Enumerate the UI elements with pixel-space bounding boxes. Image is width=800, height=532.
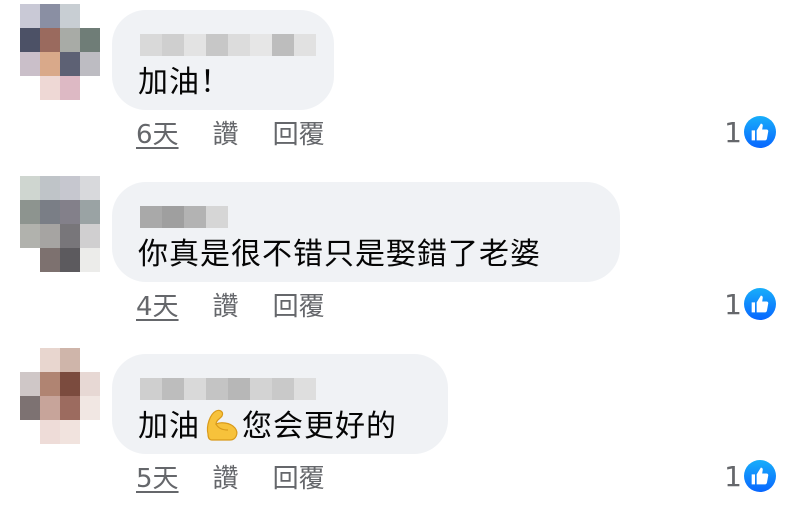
avatar-pixel: [20, 52, 40, 76]
avatar-pixel: [40, 248, 60, 272]
avatar-pixel: [60, 248, 80, 272]
avatar-pixel: [20, 28, 40, 52]
comment-bubble: 你真是很不错只是娶錯了老婆: [112, 182, 620, 282]
avatar-pixel: [60, 420, 80, 444]
comment-text-before: 加油: [138, 409, 200, 444]
reaction-count[interactable]: 1: [724, 112, 776, 152]
flexed-biceps-emoji: [206, 409, 238, 441]
avatar-pixel: [80, 28, 100, 52]
avatar[interactable]: [20, 348, 100, 444]
avatar-pixel: [60, 224, 80, 248]
avatar-pixel: [60, 176, 80, 200]
like-count: 1: [724, 115, 742, 149]
reaction-count[interactable]: 1: [724, 284, 776, 324]
avatar-pixel: [80, 224, 100, 248]
avatar-pixel: [40, 348, 60, 372]
avatar-pixel: [80, 396, 100, 420]
avatar-pixel: [40, 200, 60, 224]
comment-3: 加油 您会更好的 5天 讚 回覆 1: [0, 344, 800, 516]
like-button[interactable]: 讚: [213, 114, 239, 151]
avatar-pixel: [40, 28, 60, 52]
avatar-pixel: [60, 396, 80, 420]
avatar-pixel: [20, 200, 40, 224]
avatar-pixel: [20, 372, 40, 396]
avatar-pixel: [60, 372, 80, 396]
reply-button[interactable]: 回覆: [273, 286, 325, 323]
avatar-pixel: [20, 348, 40, 372]
avatar-pixel: [60, 28, 80, 52]
avatar-pixel: [40, 4, 60, 28]
commenter-name-blurred[interactable]: [140, 206, 228, 228]
like-button[interactable]: 讚: [213, 458, 239, 495]
like-count: 1: [724, 287, 742, 321]
avatar-pixel: [60, 4, 80, 28]
avatar-pixel: [60, 76, 80, 100]
comment-actions: 4天 讚 回覆: [136, 284, 325, 324]
avatar-pixel: [40, 420, 60, 444]
avatar-pixel: [80, 248, 100, 272]
avatar[interactable]: [20, 4, 100, 100]
avatar-pixel: [40, 396, 60, 420]
avatar-pixel: [40, 372, 60, 396]
avatar-pixel: [80, 76, 100, 100]
avatar-pixel: [20, 76, 40, 100]
comment-text-after: 您会更好的: [242, 409, 397, 444]
avatar-pixel: [20, 224, 40, 248]
reply-button[interactable]: 回覆: [273, 458, 325, 495]
comment-timestamp[interactable]: 6天: [136, 114, 179, 151]
avatar-pixel: [40, 224, 60, 248]
thumbs-up-icon: [744, 288, 776, 320]
like-count: 1: [724, 459, 742, 493]
commenter-name-blurred[interactable]: [140, 378, 316, 400]
comment-text: 加油 您会更好的: [138, 408, 397, 446]
avatar-pixel: [60, 348, 80, 372]
comment-timestamp[interactable]: 4天: [136, 286, 179, 323]
avatar-pixel: [60, 200, 80, 224]
comment-text: 加油！: [138, 65, 231, 100]
comment-text: 你真是很不错只是娶錯了老婆: [138, 237, 541, 272]
comment-timestamp[interactable]: 5天: [136, 458, 179, 495]
avatar-pixel: [80, 200, 100, 224]
avatar-pixel: [60, 52, 80, 76]
avatar-pixel: [80, 420, 100, 444]
comment-bubble: 加油！: [112, 10, 334, 110]
avatar-pixel: [20, 176, 40, 200]
comment-1: 加油！ 6天 讚 回覆 1: [0, 0, 800, 172]
commenter-name-blurred[interactable]: [140, 34, 316, 56]
avatar-pixel: [80, 176, 100, 200]
thumbs-up-icon: [744, 116, 776, 148]
reaction-count[interactable]: 1: [724, 456, 776, 496]
avatar[interactable]: [20, 176, 100, 272]
reply-button[interactable]: 回覆: [273, 114, 325, 151]
thumbs-up-icon: [744, 460, 776, 492]
comment-2: 你真是很不错只是娶錯了老婆 4天 讚 回覆 1: [0, 172, 800, 344]
comment-bubble: 加油 您会更好的: [112, 354, 448, 454]
avatar-pixel: [20, 248, 40, 272]
avatar-pixel: [80, 372, 100, 396]
avatar-pixel: [80, 4, 100, 28]
avatar-pixel: [40, 76, 60, 100]
avatar-pixel: [80, 348, 100, 372]
like-button[interactable]: 讚: [213, 286, 239, 323]
comment-actions: 6天 讚 回覆: [136, 112, 325, 152]
comment-actions: 5天 讚 回覆: [136, 456, 325, 496]
avatar-pixel: [20, 4, 40, 28]
avatar-pixel: [80, 52, 100, 76]
avatar-pixel: [20, 396, 40, 420]
avatar-pixel: [20, 420, 40, 444]
avatar-pixel: [40, 176, 60, 200]
avatar-pixel: [40, 52, 60, 76]
